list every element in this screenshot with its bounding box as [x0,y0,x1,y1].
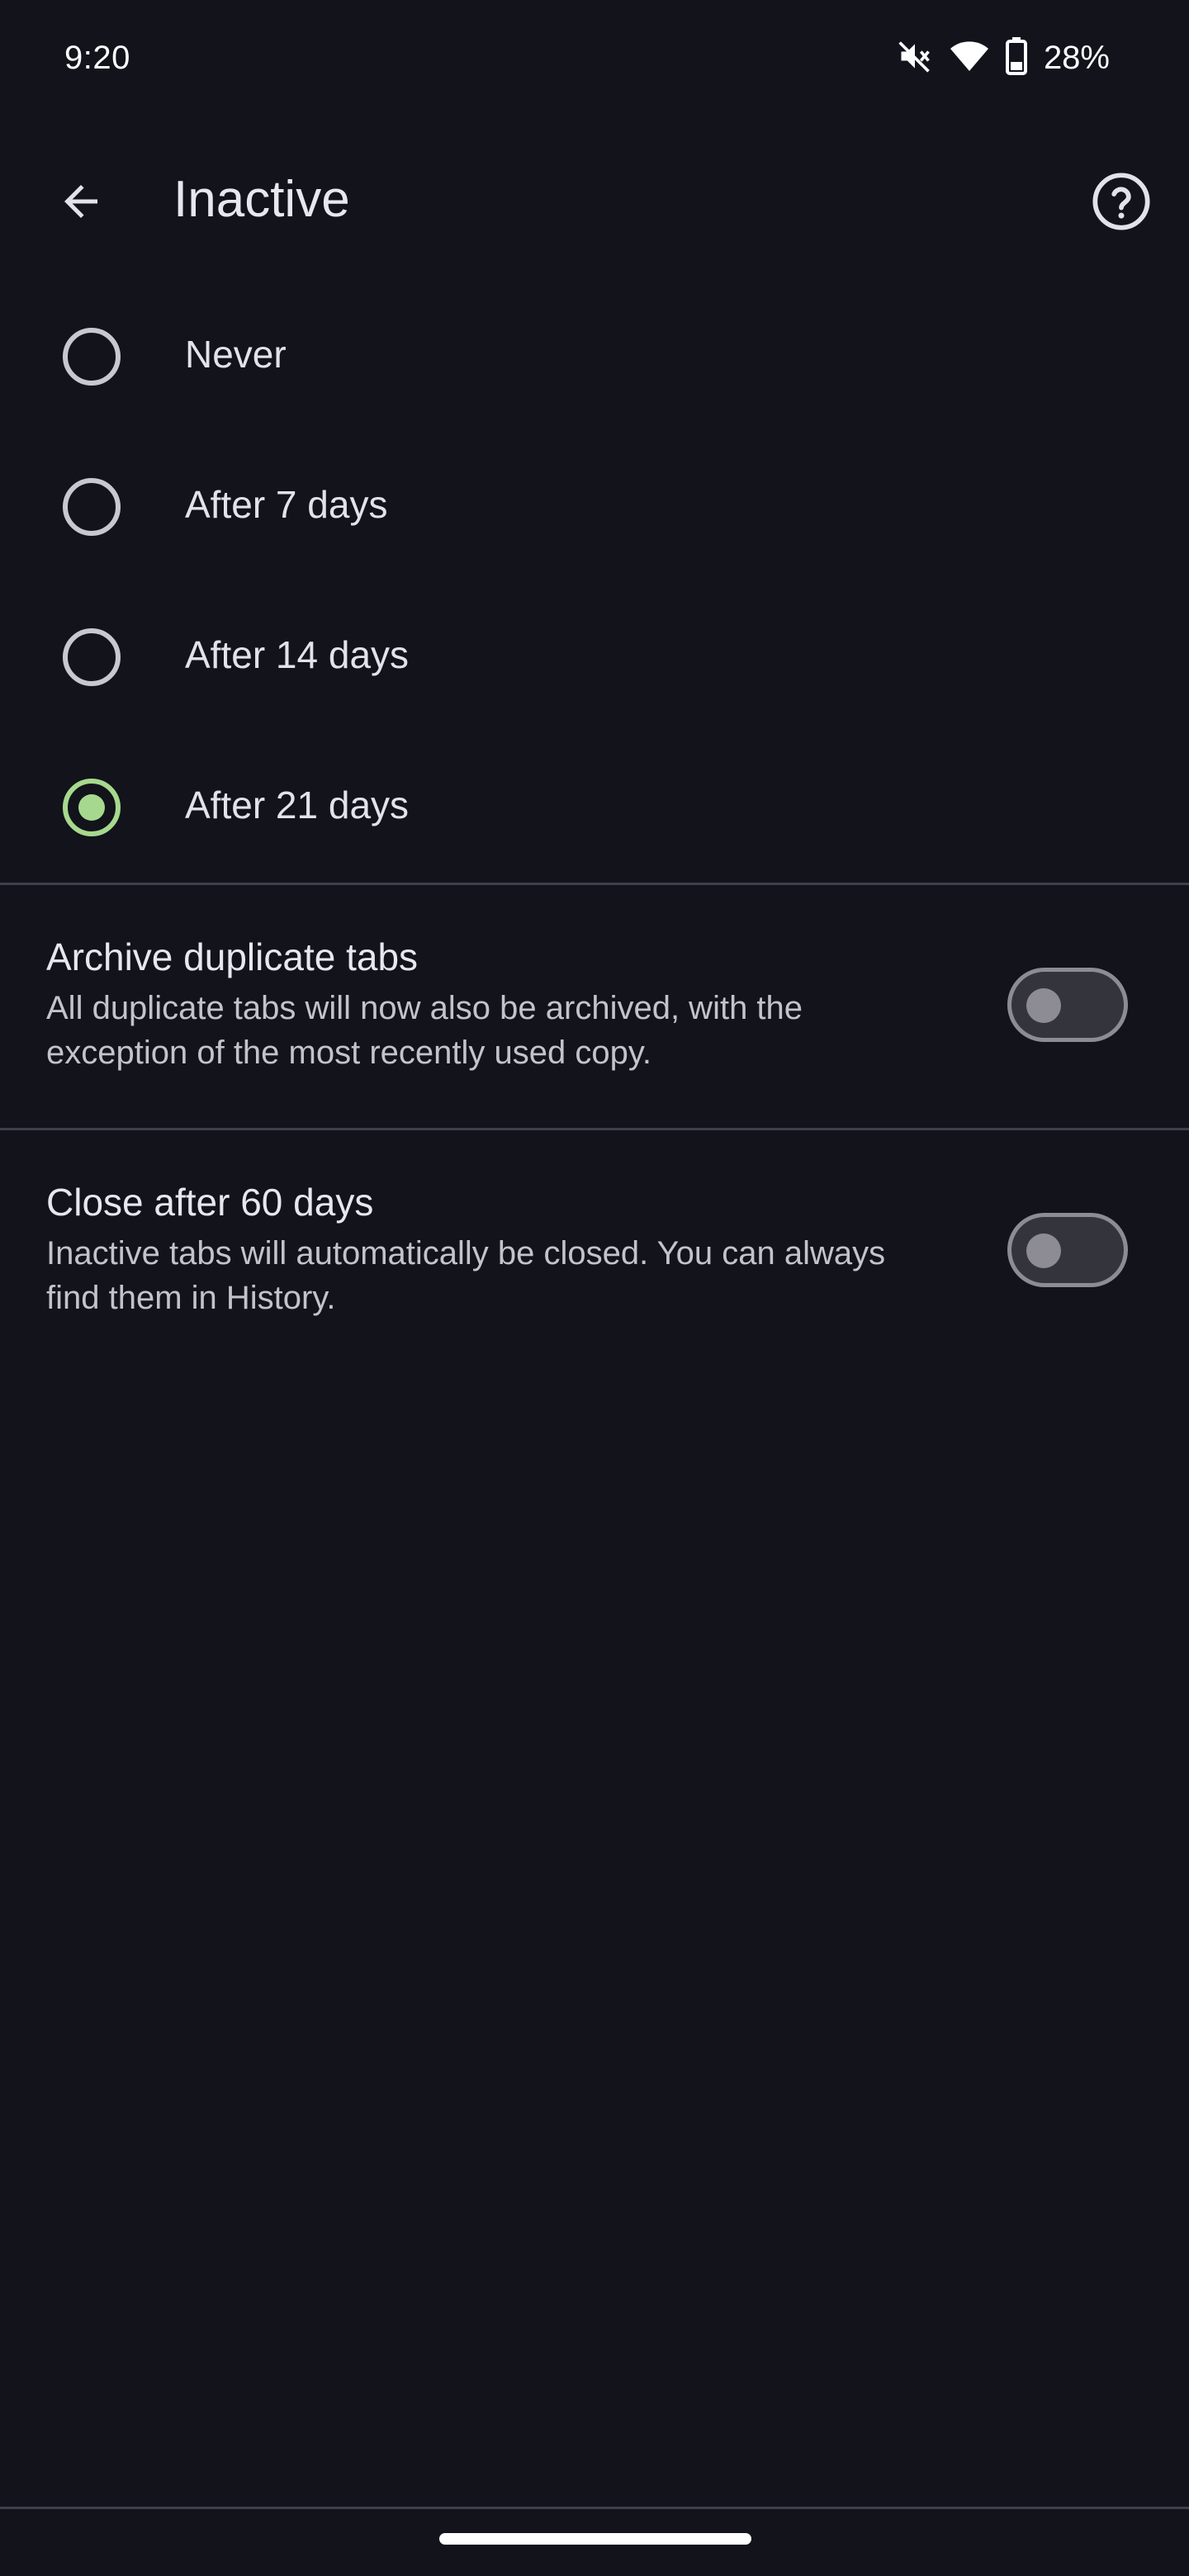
setting-archive-duplicate-tabs[interactable]: Archive duplicate tabs All duplicate tab… [0,885,1189,1071]
radio-button[interactable] [63,628,121,686]
setting-description: All duplicate tabs will now also be arch… [46,990,803,1071]
app-bar: Inactive [0,132,1189,271]
status-time: 9:20 [64,40,130,76]
arrow-back-icon [64,185,97,218]
help-icon [1092,173,1150,230]
radio-button[interactable] [63,328,121,386]
battery-icon [1005,36,1027,79]
radio-label: After 14 days [185,633,410,676]
close-after-60-days-toggle[interactable] [1007,1213,1128,1287]
page-title: Inactive [173,171,350,228]
inactive-duration-options: Never After 7 days After 14 days After 2… [0,281,1189,882]
radio-button[interactable] [63,478,121,536]
radio-label: Never [185,333,287,376]
radio-label: After 7 days [185,483,388,526]
setting-description: Inactive tabs will automatically be clos… [46,1235,886,1316]
gesture-handle[interactable] [439,2533,751,2545]
wifi-icon [950,38,989,78]
archive-duplicate-tabs-toggle[interactable] [1007,968,1128,1042]
setting-title: Archive duplicate tabs [46,935,419,978]
back-button[interactable] [41,162,121,241]
setting-close-after-60-days[interactable]: Close after 60 days Inactive tabs will a… [0,1130,1189,1316]
radio-option-7-days[interactable]: After 7 days [0,431,1189,581]
status-bar: 9:20 28% [0,0,1189,116]
battery-percent: 28% [1043,39,1110,76]
status-icons: 28% [897,36,1110,79]
setting-title: Close after 60 days [46,1181,374,1224]
radio-selected-dot [78,794,105,821]
toggle-thumb [1026,1234,1061,1268]
help-button[interactable] [1082,162,1161,241]
radio-option-never[interactable]: Never [0,281,1189,431]
mute-icon [897,38,933,78]
radio-button-selected[interactable] [63,779,121,836]
radio-label: After 21 days [185,784,410,826]
radio-option-14-days[interactable]: After 14 days [0,581,1189,732]
radio-option-21-days[interactable]: After 21 days [0,732,1189,882]
toggle-thumb [1026,988,1061,1023]
bottom-divider [0,2507,1189,2509]
